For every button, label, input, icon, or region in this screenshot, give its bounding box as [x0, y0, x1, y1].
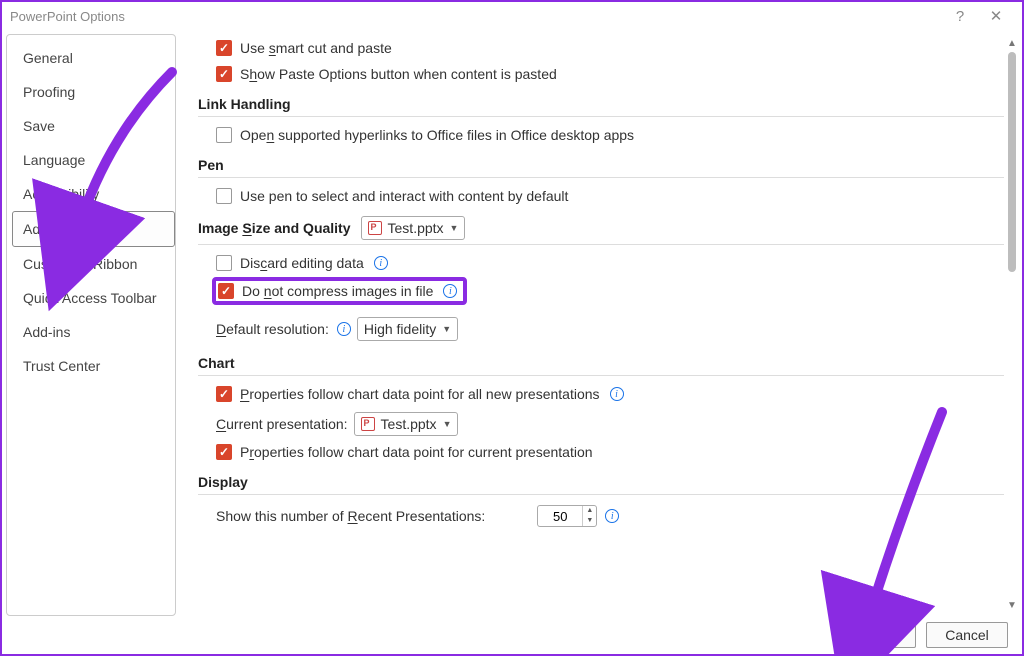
row-current-presentation: Current presentation: Test.pptx ▼ — [216, 412, 1004, 436]
opt-smart-cut-paste[interactable]: Use smart cut and paste — [216, 40, 1004, 56]
options-dialog: PowerPoint Options ? ✕ General Proofing … — [0, 0, 1024, 656]
checkbox-icon[interactable] — [218, 283, 234, 299]
chevron-down-icon: ▼ — [443, 419, 452, 429]
sidebar-item-general[interactable]: General — [13, 41, 175, 75]
sidebar-item-quick-access[interactable]: Quick Access Toolbar — [13, 281, 175, 315]
checkbox-icon[interactable] — [216, 444, 232, 460]
checkbox-icon[interactable] — [216, 386, 232, 402]
dialog-footer: OK Cancel — [834, 622, 1008, 648]
info-icon[interactable]: i — [374, 256, 388, 270]
row-recent-presentations: Show this number of Recent Presentations… — [216, 505, 1004, 527]
checkbox-icon[interactable] — [216, 255, 232, 271]
section-display: Display — [198, 474, 1004, 490]
opt-show-paste-options[interactable]: Show Paste Options button when content i… — [216, 66, 1004, 82]
info-icon[interactable]: i — [605, 509, 619, 523]
sidebar-item-customize-ribbon[interactable]: Customize Ribbon — [13, 247, 175, 281]
current-presentation-dropdown[interactable]: Test.pptx ▼ — [354, 412, 459, 436]
opt-do-not-compress[interactable]: Do not compress images in file i — [212, 277, 467, 305]
sidebar-item-proofing[interactable]: Proofing — [13, 75, 175, 109]
spin-up-icon[interactable]: ▲ — [583, 506, 596, 516]
opt-open-hyperlinks[interactable]: Open supported hyperlinks to Office file… — [216, 127, 1004, 143]
sidebar-item-language[interactable]: Language — [13, 143, 175, 177]
powerpoint-file-icon — [361, 417, 375, 431]
checkbox-icon[interactable] — [216, 188, 232, 204]
close-icon[interactable]: ✕ — [978, 7, 1014, 25]
opt-pen-select[interactable]: Use pen to select and interact with cont… — [216, 188, 1004, 204]
sidebar-item-trust-center[interactable]: Trust Center — [13, 349, 175, 383]
image-quality-file-dropdown[interactable]: Test.pptx ▼ — [361, 216, 466, 240]
sidebar-item-addins[interactable]: Add-ins — [13, 315, 175, 349]
scroll-up-icon[interactable]: ▲ — [1006, 38, 1018, 50]
info-icon[interactable]: i — [610, 387, 624, 401]
row-default-resolution: Default resolution:i High fidelity ▼ — [216, 317, 1004, 341]
vertical-scrollbar[interactable]: ▲ ▼ — [1006, 38, 1018, 612]
powerpoint-file-icon — [368, 221, 382, 235]
sidebar-item-save[interactable]: Save — [13, 109, 175, 143]
section-link-handling: Link Handling — [198, 96, 1004, 112]
cancel-button[interactable]: Cancel — [926, 622, 1008, 648]
recent-count-spinner[interactable]: ▲▼ — [537, 505, 597, 527]
titlebar: PowerPoint Options ? ✕ — [2, 2, 1022, 30]
sidebar-item-accessibility[interactable]: Accessibility — [13, 177, 175, 211]
ok-button[interactable]: OK — [834, 622, 916, 648]
window-title: PowerPoint Options — [10, 9, 125, 24]
category-sidebar: General Proofing Save Language Accessibi… — [6, 34, 176, 616]
opt-chart-props-new[interactable]: Properties follow chart data point for a… — [216, 386, 1004, 402]
options-content: Use smart cut and paste Show Paste Optio… — [176, 30, 1022, 620]
scroll-down-icon[interactable]: ▼ — [1006, 600, 1018, 612]
chevron-down-icon: ▼ — [450, 223, 459, 233]
checkbox-icon[interactable] — [216, 66, 232, 82]
checkbox-icon[interactable] — [216, 127, 232, 143]
recent-count-input[interactable] — [538, 509, 582, 524]
section-image-size: Image Size and Quality — [198, 220, 351, 236]
default-resolution-dropdown[interactable]: High fidelity ▼ — [357, 317, 458, 341]
info-icon[interactable]: i — [337, 322, 351, 336]
spin-down-icon[interactable]: ▼ — [583, 516, 596, 526]
sidebar-item-advanced[interactable]: Advanced — [12, 211, 175, 247]
info-icon[interactable]: i — [443, 284, 457, 298]
opt-chart-props-current[interactable]: Properties follow chart data point for c… — [216, 444, 1004, 460]
opt-discard-editing[interactable]: Discard editing data i — [216, 255, 1004, 271]
chevron-down-icon: ▼ — [442, 324, 451, 334]
scroll-thumb[interactable] — [1008, 52, 1016, 272]
checkbox-icon[interactable] — [216, 40, 232, 56]
section-pen: Pen — [198, 157, 1004, 173]
section-chart: Chart — [198, 355, 1004, 371]
help-icon[interactable]: ? — [942, 8, 978, 25]
